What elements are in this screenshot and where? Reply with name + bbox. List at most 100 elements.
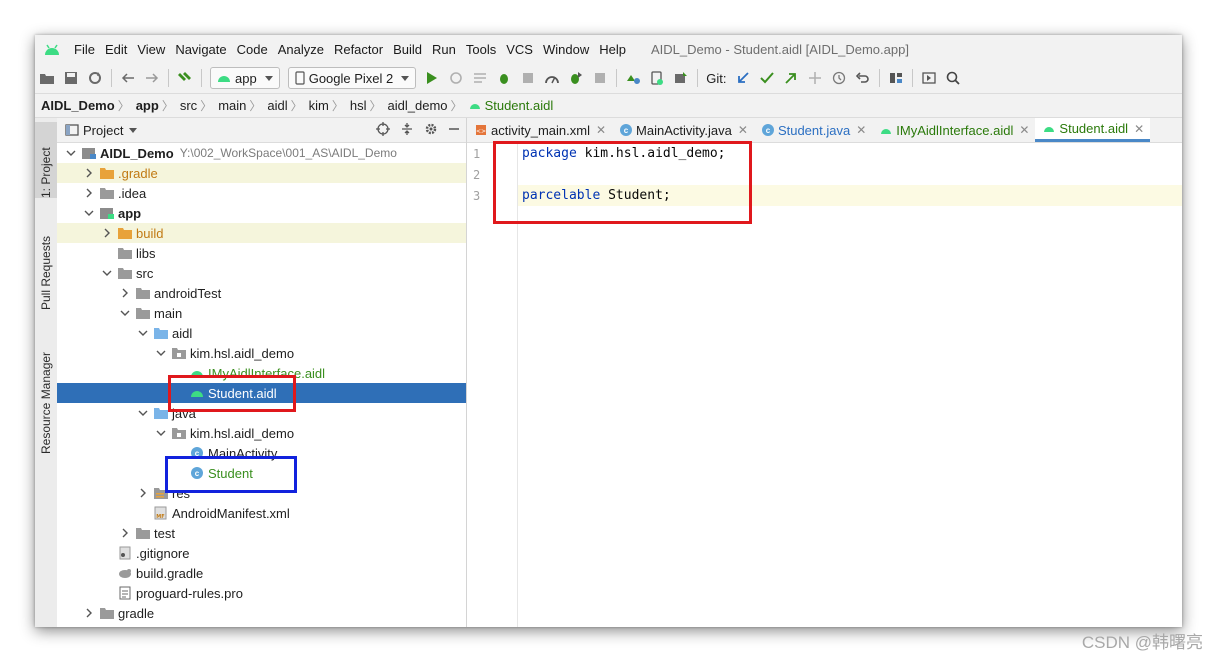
close-icon[interactable]: ✕ <box>596 123 606 137</box>
run-config-selector[interactable]: app <box>210 67 280 89</box>
menu-view[interactable]: View <box>132 42 170 57</box>
git-update-icon[interactable] <box>735 70 751 86</box>
tree-row[interactable]: src <box>57 263 466 283</box>
rollback-icon[interactable] <box>855 70 871 86</box>
menu-refactor[interactable]: Refactor <box>329 42 388 57</box>
hammer-build-icon[interactable] <box>177 70 193 86</box>
tree-row[interactable]: .idea <box>57 183 466 203</box>
chevron-right-icon[interactable] <box>83 607 95 619</box>
avd-manager-icon[interactable] <box>649 70 665 86</box>
chevron-down-icon[interactable] <box>129 127 138 133</box>
tree-row[interactable]: main <box>57 303 466 323</box>
chevron-down-icon[interactable] <box>65 147 77 159</box>
chevron-down-icon[interactable] <box>101 267 113 279</box>
chevron-right-icon[interactable] <box>83 187 95 199</box>
chevron-right-icon[interactable] <box>119 287 131 299</box>
stop-icon[interactable] <box>592 70 608 86</box>
tab-project[interactable]: 1: Project <box>35 122 57 198</box>
chevron-down-icon[interactable] <box>137 327 149 339</box>
apply-changes-icon[interactable] <box>472 70 488 86</box>
save-icon[interactable] <box>63 70 79 86</box>
editor-tab-imyaidlinterface-aidl[interactable]: IMyAidlInterface.aidl ✕ <box>872 118 1035 142</box>
tree-row[interactable]: libs <box>57 243 466 263</box>
gradle-sync-icon[interactable] <box>625 70 641 86</box>
menu-code[interactable]: Code <box>232 42 273 57</box>
close-icon[interactable]: ✕ <box>1019 123 1029 137</box>
editor-tab-mainactivity-java[interactable]: c MainActivity.java ✕ <box>612 118 754 142</box>
menu-window[interactable]: Window <box>538 42 594 57</box>
rerun-icon[interactable] <box>448 70 464 86</box>
tree-row[interactable]: proguard-rules.pro <box>57 583 466 603</box>
tree-row[interactable]: androidTest <box>57 283 466 303</box>
chevron-down-icon[interactable] <box>83 207 95 219</box>
chevron-right-icon[interactable] <box>119 527 131 539</box>
chevron-down-icon[interactable] <box>137 407 149 419</box>
collapse-all-icon[interactable] <box>400 122 414 139</box>
open-folder-icon[interactable] <box>39 70 55 86</box>
back-arrow-icon[interactable] <box>120 70 136 86</box>
close-icon[interactable]: ✕ <box>738 123 748 137</box>
git-commit-icon[interactable] <box>759 70 775 86</box>
tab-pull-requests[interactable]: Pull Requests <box>35 210 57 310</box>
menu-tools[interactable]: Tools <box>461 42 501 57</box>
tree-row[interactable]: build.gradle <box>57 563 466 583</box>
chevron-right-icon[interactable] <box>137 487 149 499</box>
breadcrumb-item[interactable]: aidl <box>261 98 290 113</box>
breadcrumb-item[interactable]: main <box>212 98 249 113</box>
tree-row[interactable]: kim.hsl.aidl_demo <box>57 343 466 363</box>
git-merge-icon[interactable] <box>807 70 823 86</box>
menu-run[interactable]: Run <box>427 42 461 57</box>
menu-vcs[interactable]: VCS <box>501 42 538 57</box>
project-structure-icon[interactable] <box>888 70 904 86</box>
breadcrumb-item[interactable]: src <box>174 98 200 113</box>
tree-row[interactable]: test <box>57 523 466 543</box>
attach-debugger-icon[interactable] <box>568 70 584 86</box>
breadcrumb-item[interactable]: AIDL_Demo <box>35 98 118 113</box>
tree-row[interactable]: MF AndroidManifest.xml <box>57 503 466 523</box>
close-icon[interactable]: ✕ <box>856 123 866 137</box>
breadcrumb-item[interactable]: kim <box>303 98 332 113</box>
close-icon[interactable]: ✕ <box>1134 122 1144 136</box>
tree-row[interactable]: .gradle <box>57 163 466 183</box>
gear-icon[interactable] <box>424 122 438 139</box>
tree-row[interactable]: app <box>57 203 466 223</box>
tree-row[interactable]: kim.hsl.aidl_demo <box>57 423 466 443</box>
menu-analyze[interactable]: Analyze <box>273 42 329 57</box>
hide-panel-icon[interactable] <box>448 122 460 139</box>
chevron-down-icon[interactable] <box>155 427 167 439</box>
editor-tab-student-aidl[interactable]: Student.aidl ✕ <box>1035 118 1151 142</box>
tree-row[interactable]: build <box>57 223 466 243</box>
chevron-right-icon[interactable] <box>101 227 113 239</box>
debug-icon[interactable] <box>496 70 512 86</box>
profiler-icon[interactable] <box>544 70 560 86</box>
history-clock-icon[interactable] <box>831 70 847 86</box>
menu-build[interactable]: Build <box>388 42 427 57</box>
tree-row[interactable]: .gitignore <box>57 543 466 563</box>
tree-row[interactable]: gradle <box>57 603 466 623</box>
project-panel-title[interactable]: Project <box>83 123 123 138</box>
tree-row[interactable]: aidl <box>57 323 466 343</box>
search-icon[interactable] <box>945 70 961 86</box>
presentation-mode-icon[interactable] <box>921 70 937 86</box>
coverage-icon[interactable] <box>520 70 536 86</box>
editor-tab-activity-main-xml[interactable]: <> activity_main.xml ✕ <box>467 118 612 142</box>
forward-arrow-icon[interactable] <box>144 70 160 86</box>
sdk-manager-icon[interactable] <box>673 70 689 86</box>
git-push-icon[interactable] <box>783 70 799 86</box>
breadcrumb-item-current-file[interactable]: Student.aidl <box>463 98 557 113</box>
editor-tab-student-java[interactable]: c Student.java ✕ <box>754 118 872 142</box>
tab-resource-manager[interactable]: Resource Manager <box>35 328 57 454</box>
locate-target-icon[interactable] <box>376 122 390 139</box>
breadcrumb-item[interactable]: aidl_demo <box>382 98 451 113</box>
chevron-down-icon[interactable] <box>119 307 131 319</box>
sync-icon[interactable] <box>87 70 103 86</box>
menu-navigate[interactable]: Navigate <box>170 42 231 57</box>
menu-edit[interactable]: Edit <box>100 42 132 57</box>
device-selector[interactable]: Google Pixel 2 <box>287 67 417 89</box>
run-icon[interactable] <box>424 70 440 86</box>
breadcrumb-item[interactable]: hsl <box>344 98 370 113</box>
menu-help[interactable]: Help <box>594 42 631 57</box>
menu-file[interactable]: File <box>69 42 100 57</box>
breadcrumb-item[interactable]: app <box>130 98 162 113</box>
chevron-down-icon[interactable] <box>155 347 167 359</box>
